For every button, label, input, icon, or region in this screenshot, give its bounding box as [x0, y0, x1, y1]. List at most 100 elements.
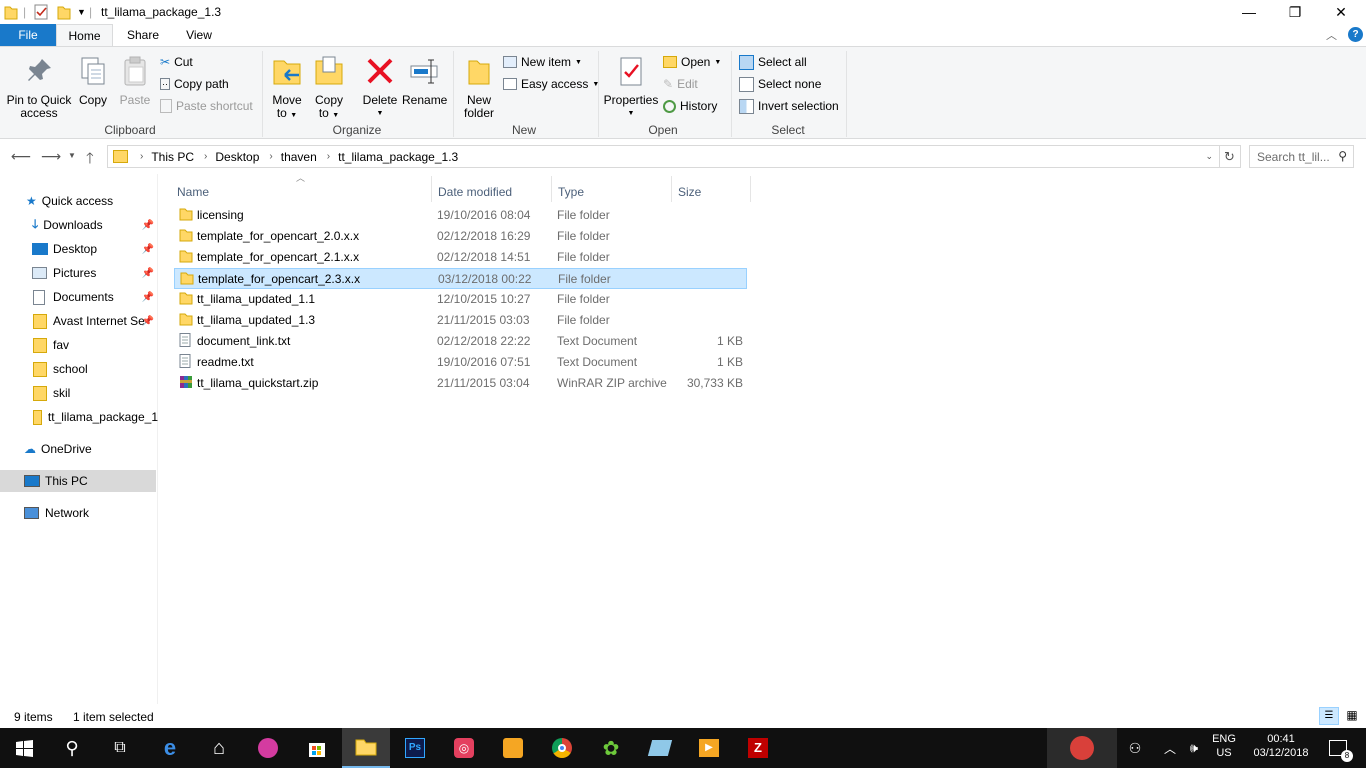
- column-header-size[interactable]: Size: [678, 180, 701, 204]
- breadcrumb-chevron-icon[interactable]: ›: [204, 151, 207, 162]
- large-icons-view-icon[interactable]: ▦: [1343, 707, 1361, 725]
- properties-dropdown-icon[interactable]: ▼: [603, 107, 659, 120]
- filezilla-icon[interactable]: Z: [734, 728, 782, 768]
- nav-avast[interactable]: Avast Internet Se 📌: [0, 310, 158, 332]
- nav-pictures[interactable]: Pictures 📌: [0, 262, 158, 284]
- tab-view[interactable]: View: [173, 24, 225, 47]
- edge-icon[interactable]: e: [146, 728, 194, 768]
- select-all-button[interactable]: Select all: [739, 52, 807, 72]
- chrome-icon[interactable]: [538, 728, 586, 768]
- pin-icon[interactable]: 📌: [142, 244, 154, 255]
- file-row[interactable]: template_for_opencart_2.3.x.x 03/12/2018 …: [174, 268, 747, 289]
- file-row[interactable]: licensing 19/10/2016 08:04 File folder: [174, 205, 747, 226]
- media-player-icon[interactable]: ▶: [685, 728, 733, 768]
- instagram-icon[interactable]: ◎: [440, 728, 488, 768]
- nav-school[interactable]: school: [0, 358, 158, 380]
- column-divider[interactable]: [551, 176, 552, 202]
- edit-button[interactable]: ✎ Edit: [663, 74, 698, 94]
- file-row[interactable]: tt_lilama_updated_1.1 12/10/2015 10:27 Fil…: [174, 289, 747, 310]
- customize-quick-access-icon[interactable]: ▼: [77, 3, 86, 21]
- back-arrow-icon[interactable]: ⟵: [11, 148, 31, 165]
- properties-button[interactable]: Properties ▼: [603, 55, 659, 120]
- column-header-name[interactable]: Name: [177, 180, 209, 204]
- easy-access-button[interactable]: Easy access ▼: [503, 74, 599, 94]
- paste-shortcut-button[interactable]: Paste shortcut: [160, 96, 253, 116]
- pin-icon[interactable]: 📌: [142, 316, 154, 327]
- refresh-icon[interactable]: ↻: [1219, 145, 1241, 168]
- breadcrumb-desktop[interactable]: Desktop: [215, 150, 259, 164]
- task-view-icon[interactable]: ⧉: [96, 728, 144, 768]
- file-row[interactable]: document_link.txt 02/12/2018 22:22 Text Do…: [174, 331, 747, 352]
- up-arrow-icon[interactable]: 🡑: [86, 148, 94, 173]
- nav-documents[interactable]: Documents 📌: [0, 286, 158, 308]
- select-none-button[interactable]: Select none: [739, 74, 821, 94]
- move-to-button[interactable]: Move to ▼: [270, 55, 304, 122]
- tray-app-icon[interactable]: [1047, 728, 1117, 768]
- delete-dropdown-icon[interactable]: ▼: [361, 107, 399, 120]
- recent-locations-chevron-icon[interactable]: ▼: [68, 151, 76, 160]
- address-bar[interactable]: › This PC › Desktop › thaven › tt_lilama…: [107, 145, 1220, 168]
- file-row[interactable]: tt_lilama_quickstart.zip 21/11/2015 03:04…: [174, 373, 747, 394]
- volume-icon[interactable]: 🕪: [1182, 728, 1206, 768]
- store-icon[interactable]: [293, 728, 341, 768]
- breadcrumb-chevron-icon[interactable]: ›: [269, 151, 272, 162]
- show-hidden-icons-chevron-icon[interactable]: ︿: [1158, 728, 1182, 768]
- column-divider[interactable]: [431, 176, 432, 202]
- nav-this-pc[interactable]: This PC: [0, 470, 156, 492]
- details-view-icon[interactable]: ☰: [1319, 707, 1339, 725]
- pin-icon[interactable]: 📌: [142, 292, 154, 303]
- home-icon[interactable]: ⌂: [195, 728, 243, 768]
- rename-button[interactable]: Rename: [402, 55, 447, 107]
- people-icon[interactable]: ⚇: [1120, 728, 1150, 768]
- search-input[interactable]: Search tt_lil... ⚲: [1249, 145, 1354, 168]
- tab-file[interactable]: File: [0, 24, 56, 47]
- breadcrumb-current-folder[interactable]: tt_lilama_package_1.3: [338, 150, 458, 164]
- address-history-chevron-icon[interactable]: ⌄: [1205, 151, 1213, 162]
- column-header-type[interactable]: Type: [558, 180, 584, 204]
- maximize-button[interactable]: ❐: [1272, 0, 1318, 24]
- action-center-icon[interactable]: 8: [1318, 728, 1358, 768]
- nav-downloads[interactable]: 🡓 Downloads 📌: [0, 214, 158, 236]
- collapse-ribbon-icon[interactable]: ︿: [1326, 27, 1337, 43]
- icq-flower-icon[interactable]: ✿: [587, 728, 635, 768]
- file-explorer-icon[interactable]: [342, 728, 390, 768]
- nav-quick-access[interactable]: ★ Quick access: [0, 190, 158, 212]
- tab-share[interactable]: Share: [113, 24, 173, 47]
- copy-path-button[interactable]: ·· Copy path: [160, 74, 229, 94]
- nav-tt-lilama-package[interactable]: tt_lilama_package_1: [0, 406, 158, 428]
- forward-arrow-icon[interactable]: ⟶: [41, 148, 61, 165]
- language-indicator[interactable]: ENG US: [1206, 733, 1242, 759]
- nav-desktop[interactable]: Desktop 📌: [0, 238, 158, 260]
- file-row[interactable]: template_for_opencart_2.0.x.x 02/12/2018 …: [174, 226, 747, 247]
- delete-button[interactable]: Delete ▼: [361, 55, 399, 120]
- column-header-date-modified[interactable]: Date modified: [438, 180, 512, 204]
- file-row[interactable]: tt_lilama_updated_1.3 21/11/2015 03:03 Fil…: [174, 310, 747, 331]
- tools-app-icon[interactable]: [489, 728, 537, 768]
- photoshop-icon[interactable]: Ps: [391, 728, 439, 768]
- pin-icon[interactable]: 📌: [142, 268, 154, 279]
- pin-icon[interactable]: 📌: [142, 220, 154, 231]
- app-icon[interactable]: [244, 728, 292, 768]
- open-button[interactable]: Open ▼: [663, 52, 721, 72]
- file-row[interactable]: template_for_opencart_2.1.x.x 02/12/2018 …: [174, 247, 747, 268]
- help-icon[interactable]: ?: [1348, 27, 1363, 42]
- new-folder-button[interactable]: New folder: [460, 55, 498, 120]
- column-divider[interactable]: [750, 176, 751, 202]
- minimize-button[interactable]: —: [1226, 0, 1272, 24]
- pin-to-quick-access-button[interactable]: Pin to Quick access: [5, 55, 73, 120]
- nav-fav[interactable]: fav: [0, 334, 158, 356]
- nav-skil[interactable]: skil: [0, 382, 158, 404]
- windows-start-icon[interactable]: [0, 728, 48, 768]
- history-button[interactable]: History: [663, 96, 717, 116]
- nav-onedrive[interactable]: ☁ OneDrive: [0, 438, 158, 460]
- cut-button[interactable]: ✂ Cut: [160, 52, 193, 72]
- breadcrumb-this-pc[interactable]: This PC: [151, 150, 194, 164]
- properties-quick-icon[interactable]: [33, 3, 49, 21]
- file-row[interactable]: readme.txt 19/10/2016 07:51 Text Document 1…: [174, 352, 747, 373]
- copy-to-button[interactable]: Copy to ▼: [312, 55, 346, 122]
- notes-app-icon[interactable]: [636, 728, 684, 768]
- column-divider[interactable]: [671, 176, 672, 202]
- tab-home[interactable]: Home: [56, 24, 113, 47]
- clock[interactable]: 00:41 03/12/2018: [1244, 733, 1318, 759]
- breadcrumb-chevron-icon[interactable]: ›: [327, 151, 330, 162]
